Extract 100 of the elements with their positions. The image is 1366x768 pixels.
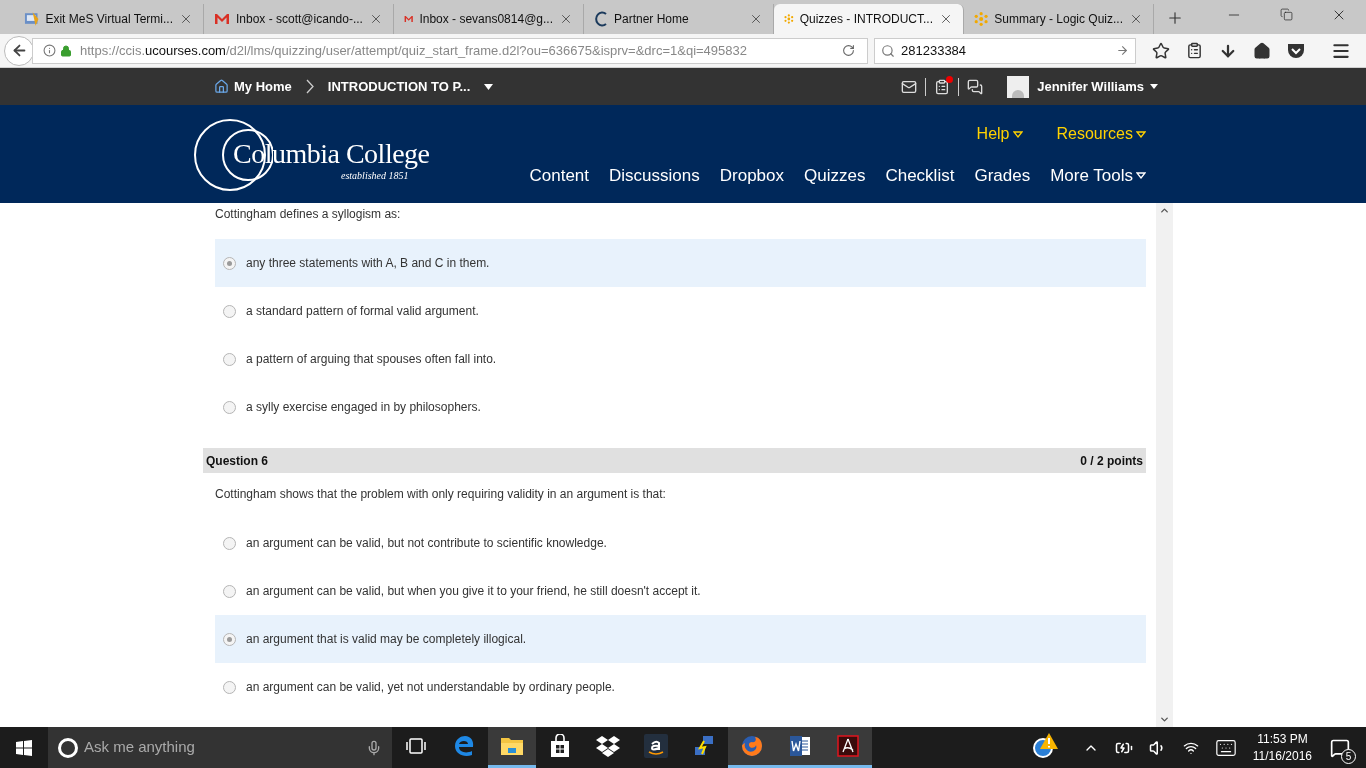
- answer-option[interactable]: an argument can be valid, but not contribute to scientific knowledge.: [215, 519, 1146, 567]
- url-text: https://ccis.ucourses.com/d2l/lms/quizzing/user/attempt/quiz_start_frame.d2l?ou=636675&isprv=&drc=1&qi=495832: [80, 41, 748, 60]
- mail-icon: [404, 13, 414, 25]
- my-home-link[interactable]: My Home: [214, 76, 292, 97]
- asterisk-icon: [784, 11, 794, 27]
- pdf-reader-icon[interactable]: [837, 735, 859, 757]
- browser-tab[interactable]: Quizzes - INTRODUCT...: [774, 4, 964, 34]
- dropdown-triangle-icon: [1136, 130, 1146, 138]
- nav-link[interactable]: Discussions: [609, 163, 700, 189]
- nav-link[interactable]: Content: [529, 163, 590, 189]
- network-icon[interactable]: [692, 734, 716, 758]
- radio-button[interactable]: [223, 632, 236, 646]
- mail-icon: [214, 13, 230, 25]
- nav-link[interactable]: Quizzes: [804, 163, 866, 189]
- tab-title: Exit MeS Virtual Termi...: [45, 11, 173, 28]
- shield-icon[interactable]: [1287, 42, 1305, 59]
- answer-option[interactable]: a sylly exercise engaged in by philosophers.: [215, 383, 1146, 431]
- nav-link[interactable]: More Tools: [1050, 163, 1146, 189]
- answer-option[interactable]: a pattern of arguing that spouses often fall into.: [215, 335, 1146, 383]
- taskbar-app[interactable]: [488, 727, 536, 768]
- cortana-search-field[interactable]: Ask me anything: [48, 727, 392, 768]
- lock-icon: [60, 44, 72, 57]
- scroll-up-icon[interactable]: [1159, 205, 1170, 216]
- updates-icon[interactable]: [934, 78, 951, 95]
- mail-icon[interactable]: [901, 78, 918, 95]
- windows-start-icon[interactable]: [16, 739, 32, 756]
- tab-title: Summary - Logic Quiz...: [994, 11, 1123, 28]
- radio-button[interactable]: [223, 256, 236, 270]
- answer-option[interactable]: an argument can be valid, but when you give it to your friend, he still doesn't accept it.: [215, 567, 1146, 615]
- answer-option[interactable]: a standard pattern of formal valid argument.: [215, 287, 1146, 335]
- caret-icon: [484, 83, 494, 90]
- close-icon[interactable]: [1129, 12, 1143, 26]
- back-button[interactable]: [4, 35, 34, 66]
- search-text: 281233384: [901, 41, 968, 60]
- microphone-icon[interactable]: [366, 739, 382, 756]
- question-score: 0 / 2 points: [1080, 452, 1143, 470]
- search-icon: [881, 43, 895, 58]
- caret-icon: [1150, 84, 1158, 89]
- avatar: [1007, 75, 1030, 98]
- document-w-icon[interactable]: [788, 734, 812, 758]
- radio-button[interactable]: [223, 400, 236, 414]
- logo-tagline: established 1851: [341, 169, 409, 183]
- course-selector[interactable]: INTRODUCTION TO P...: [327, 76, 494, 97]
- bookmark-star-icon[interactable]: [1152, 41, 1170, 60]
- scrollbar[interactable]: [1156, 203, 1173, 727]
- option-text: an argument can be valid, but when you give it to your friend, he still doesn't accept it.: [246, 583, 701, 600]
- notification-count: 5: [1341, 748, 1356, 764]
- radio-button[interactable]: [223, 680, 236, 694]
- nav-link[interactable]: Dropbox: [719, 163, 784, 189]
- restore-icon[interactable]: [1280, 8, 1293, 21]
- arrow-right-icon[interactable]: [1116, 44, 1129, 57]
- cortana-ring-icon: [58, 737, 78, 758]
- radio-button[interactable]: [223, 304, 236, 318]
- info-icon[interactable]: [43, 44, 56, 57]
- address-field[interactable]: https://ccis.ucourses.com/d2l/lms/quizzing/user/attempt/quiz_start_frame.d2l?ou=636675&isprv=&drc=1&qi=495832: [32, 37, 868, 64]
- asterisk-icon: [974, 11, 989, 27]
- option-text: an argument can be valid, but not contribute to scientific knowledge.: [246, 535, 607, 552]
- c-letter-icon: [594, 11, 608, 27]
- answer-option[interactable]: any three statements with A, B and C in them.: [215, 239, 1146, 287]
- radio-button[interactable]: [223, 352, 236, 366]
- close-icon[interactable]: [179, 12, 193, 26]
- new-tab-icon[interactable]: [1166, 9, 1184, 27]
- question-prompt: Cottingham defines a syllogism as:: [215, 206, 402, 223]
- banner-link[interactable]: Help: [976, 122, 1023, 146]
- search-field[interactable]: 281233384: [874, 37, 1136, 64]
- answer-option[interactable]: an argument can be valid, yet not understandable by ordinary people.: [215, 663, 1146, 711]
- answer-option[interactable]: an argument that is valid may be completely illogical.: [215, 615, 1146, 663]
- clock-date[interactable]: 11/16/2016: [1252, 747, 1312, 765]
- dropdown-triangle-icon: [1012, 130, 1023, 138]
- nav-link[interactable]: Checklist: [885, 163, 955, 189]
- close-icon[interactable]: [749, 12, 763, 26]
- taskbar-app[interactable]: [824, 727, 872, 768]
- option-text: a sylly exercise engaged in by philosophers.: [246, 399, 481, 416]
- tab-title: Inbox - sevans0814@g...: [419, 11, 553, 28]
- warning-icon: [1038, 731, 1059, 750]
- user-menu[interactable]: Jennifer Williams: [1037, 76, 1158, 97]
- home-icon[interactable]: [1253, 41, 1271, 60]
- radio-button[interactable]: [223, 584, 236, 598]
- clock-time[interactable]: 11:53 PM: [1257, 730, 1308, 748]
- tab-title: Inbox - scott@icando-...: [236, 11, 363, 28]
- tab-title: Partner Home: [614, 11, 690, 28]
- option-text: a pattern of arguing that spouses often fall into.: [246, 351, 497, 368]
- a-letter-icon[interactable]: [644, 734, 668, 758]
- shopping-bag-icon[interactable]: [549, 734, 571, 758]
- radio-button[interactable]: [223, 536, 236, 550]
- chat-icon[interactable]: [967, 78, 984, 95]
- banner-link[interactable]: Resources: [1056, 122, 1146, 146]
- browser-e-icon[interactable]: [452, 734, 476, 758]
- reload-icon[interactable]: [842, 44, 855, 57]
- open-box-icon[interactable]: [596, 735, 620, 757]
- close-icon[interactable]: [559, 12, 573, 26]
- reading-list-icon[interactable]: [1186, 42, 1203, 59]
- action-center-icon[interactable]: [1330, 737, 1350, 758]
- scroll-down-icon[interactable]: [1159, 714, 1170, 725]
- close-icon[interactable]: [369, 12, 383, 26]
- task-view-icon[interactable]: [405, 738, 427, 754]
- close-icon[interactable]: [939, 12, 953, 26]
- folder-icon[interactable]: [500, 735, 524, 757]
- nav-link[interactable]: Grades: [974, 163, 1031, 189]
- fox-globe-icon[interactable]: [740, 734, 764, 758]
